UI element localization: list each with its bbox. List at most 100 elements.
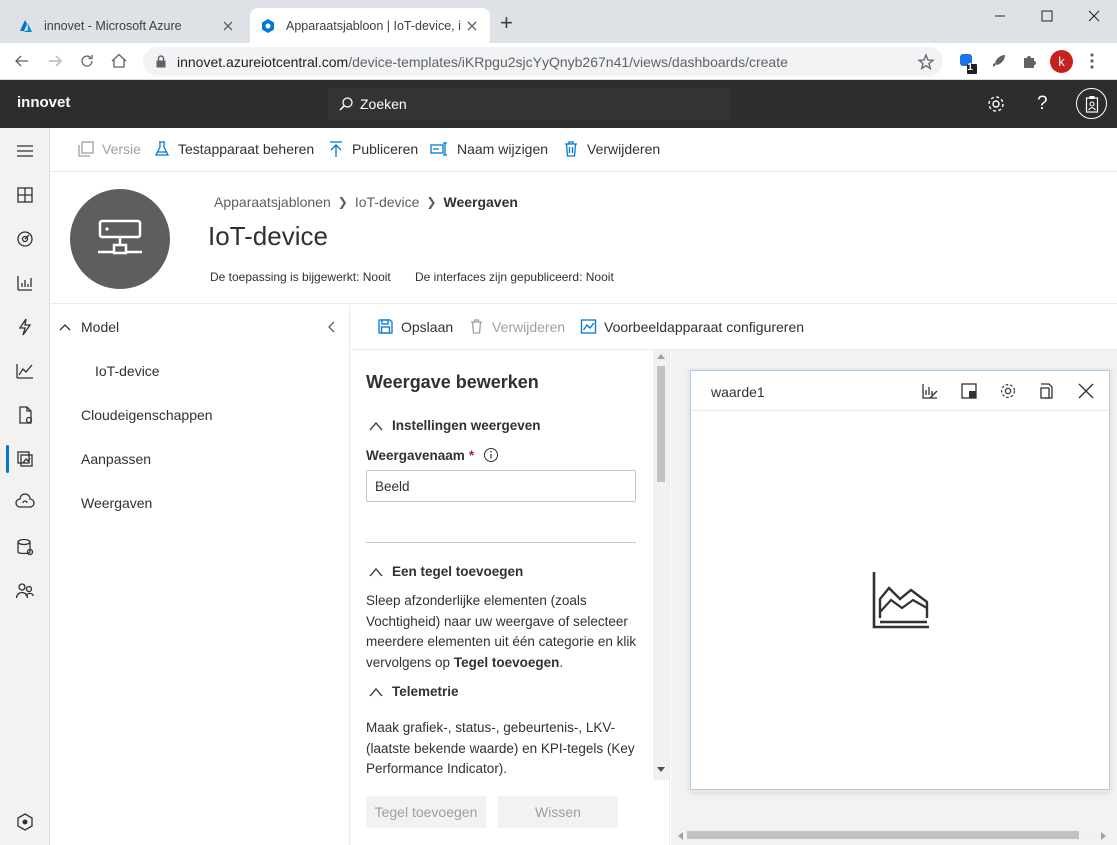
close-tab-icon[interactable] (220, 18, 236, 34)
breadcrumb-separator-icon: ❯ (337, 195, 348, 209)
profile-avatar[interactable]: k (1050, 50, 1073, 73)
command-bar: Versie Testapparaat beheren Publiceren N… (50, 128, 1117, 172)
telemetry-section-toggle[interactable]: Telemetrie (368, 684, 459, 699)
administration-icon[interactable] (15, 537, 35, 557)
telemetry-section-title: Telemetrie (392, 684, 459, 699)
iot-central-icon[interactable] (15, 812, 35, 832)
new-tab-button[interactable]: + (500, 12, 513, 34)
device-server-icon (98, 219, 142, 255)
scroll-up-icon[interactable] (657, 353, 665, 359)
app-brand[interactable]: innovet (17, 94, 70, 111)
browser-menu-icon[interactable] (1088, 52, 1096, 70)
azure-logo-icon (20, 19, 32, 32)
settings-gear-icon[interactable] (986, 94, 1006, 114)
publish-button[interactable]: Publiceren (327, 140, 418, 158)
account-button[interactable] (1076, 88, 1107, 119)
close-icon[interactable] (1077, 382, 1095, 400)
save-button[interactable]: Opslaan (377, 318, 453, 335)
maximize-icon[interactable] (1037, 6, 1057, 26)
page-header: Apparaatsjablonen ❯ IoT-device ❯ Weergav… (50, 172, 1117, 304)
home-icon[interactable] (109, 51, 129, 71)
collapse-panel-icon[interactable] (325, 320, 339, 334)
tree-item-customize[interactable]: Aanpassen (81, 451, 151, 467)
info-icon[interactable] (483, 447, 499, 463)
configure-sample-device-button[interactable]: Voorbeeldapparaat configureren (580, 318, 804, 335)
tile-header: waarde1 (691, 371, 1109, 411)
rules-icon[interactable] (15, 317, 35, 337)
browser-tab-template[interactable]: Apparaatsjabloon | IoT-device, in (250, 8, 490, 43)
nav-selection-indicator (6, 445, 9, 473)
browser-tab-azure[interactable]: innovet - Microsoft Azure (8, 8, 246, 43)
devices-icon[interactable] (15, 229, 35, 249)
version-icon (78, 141, 94, 157)
jobs-icon[interactable] (15, 405, 35, 425)
view-name-input[interactable] (366, 470, 636, 502)
tile-settings-gear-icon[interactable] (999, 382, 1017, 400)
settings-section-toggle[interactable]: Instellingen weergeven (368, 418, 541, 433)
manage-test-device-button[interactable]: Testapparaat beheren (153, 140, 314, 158)
close-tab-icon[interactable] (464, 18, 480, 34)
tree-item-model[interactable]: Model (58, 319, 119, 335)
star-icon[interactable] (917, 53, 935, 71)
reload-icon[interactable] (77, 51, 97, 71)
help-icon[interactable]: ? (1037, 93, 1048, 115)
analytics-icon[interactable] (15, 361, 35, 381)
puzzle-icon[interactable] (1021, 52, 1039, 70)
chevron-up-icon (369, 567, 383, 576)
edit-panel-scrollbar[interactable] (653, 350, 669, 780)
search-box[interactable]: Zoeken (328, 88, 730, 120)
close-window-icon[interactable] (1084, 6, 1104, 26)
users-icon[interactable] (15, 581, 35, 601)
tile-title: waarde1 (711, 384, 765, 400)
clear-button[interactable]: Wissen (498, 796, 618, 828)
rename-button[interactable]: Naam wijzigen (430, 140, 548, 158)
publish-label: Publiceren (352, 141, 419, 157)
lock-icon (156, 55, 166, 68)
breadcrumb-device-templates[interactable]: Apparaatsjablonen (214, 194, 331, 210)
url-path: /device-templates/iKRpgu2sjcYyQnyb267n41… (348, 53, 788, 70)
scroll-down-icon[interactable] (657, 767, 665, 773)
scroll-right-icon[interactable] (1101, 832, 1107, 840)
dashboard-icon[interactable] (15, 185, 35, 205)
tree-item-views[interactable]: Weergaven (81, 495, 152, 511)
tree-item-cloud-properties[interactable]: Cloudeigenschappen (81, 407, 213, 423)
delete-template-label: Verwijderen (587, 141, 661, 157)
save-icon (378, 319, 393, 334)
delete-view-button[interactable]: Verwijderen (468, 318, 565, 335)
edit-panel-scroll-thumb[interactable] (657, 366, 665, 482)
hamburger-menu-icon[interactable] (15, 141, 35, 161)
browser-tab-title: innovet - Microsoft Azure (44, 18, 182, 33)
canvas-scroll-thumb[interactable] (687, 831, 1079, 839)
trash-icon (565, 141, 577, 157)
add-tile-section-toggle[interactable]: Een tegel toevoegen (368, 564, 523, 579)
nav-rail (0, 128, 50, 845)
delete-template-button[interactable]: Verwijderen (562, 140, 660, 158)
tree-item-model-label: Model (81, 319, 120, 335)
change-visualization-icon[interactable] (921, 382, 939, 400)
address-bar[interactable]: innovet.azureiotcentral.com/device-templ… (143, 47, 943, 76)
browser-toolbar: innovet.azureiotcentral.com/device-templ… (0, 43, 1117, 80)
forward-icon[interactable] (45, 51, 65, 71)
canvas-scrollbar[interactable] (675, 828, 1109, 842)
breadcrumb-views: Weergaven (443, 194, 518, 210)
change-size-icon[interactable] (960, 382, 978, 400)
add-tile-description-end: . (559, 654, 564, 670)
rocket-extension-icon[interactable] (990, 52, 1008, 70)
data-export-icon[interactable] (15, 493, 35, 513)
scroll-left-icon[interactable] (677, 832, 683, 840)
page-title: IoT-device (208, 221, 328, 251)
trash-icon (471, 319, 482, 334)
version-button[interactable]: Versie (77, 140, 141, 158)
device-templates-icon[interactable] (15, 449, 35, 469)
copy-icon[interactable] (1038, 382, 1056, 400)
line-chart-icon (580, 319, 597, 334)
tree-item-iot-device[interactable]: IoT-device (95, 363, 160, 379)
minimize-icon[interactable] (990, 6, 1010, 26)
interfaces-published-status: De interfaces zijn gepubliceerd: Nooit (415, 270, 614, 284)
back-icon[interactable] (12, 51, 32, 71)
tile-card[interactable]: waarde1 (690, 370, 1110, 790)
breadcrumb-iot-device[interactable]: IoT-device (355, 194, 420, 210)
add-tile-description-bold: Tegel toevoegen (453, 654, 560, 670)
add-tile-button[interactable]: Tegel toevoegen (366, 796, 486, 828)
device-groups-icon[interactable] (15, 273, 35, 293)
